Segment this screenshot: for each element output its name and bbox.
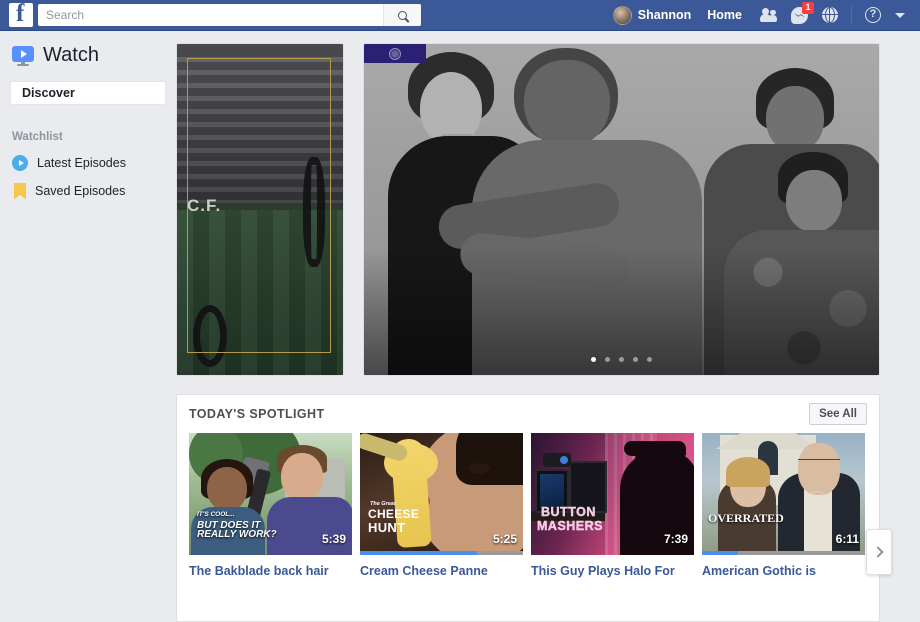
video-thumbnail[interactable]: The Great CHEESE HUNT 5:25 [360, 433, 523, 555]
account-menu-button[interactable] [895, 12, 905, 18]
network-seal-icon [389, 47, 401, 60]
sidebar-item-label: Saved Episodes [35, 184, 126, 198]
nav-right-group: Shannon Home 1 [606, 0, 920, 31]
video-title[interactable]: The Bakblade back hair [189, 564, 352, 579]
messages-badge: 1 [802, 1, 814, 14]
play-circle-icon [12, 155, 28, 171]
messages-button[interactable]: 1 [791, 1, 814, 24]
spotlight-title: TODAY'S SPOTLIGHT [189, 407, 325, 421]
carousel-image [364, 44, 879, 375]
globe-icon [822, 7, 838, 23]
chevron-right-icon [871, 546, 884, 558]
video-card[interactable]: The Great CHEESE HUNT 5:25 Cream Cheese … [360, 433, 523, 579]
sidebar-item-saved-episodes[interactable]: Saved Episodes [0, 177, 176, 205]
video-card[interactable]: OVERRATED 6:11 American Gothic is [702, 433, 865, 579]
video-card[interactable]: BUTTON MASHERS 7:39 This Guy Plays Halo … [531, 433, 694, 579]
main-content: C.F. TODAY'S SPOTLIGHT See All IT'S COOL… [176, 31, 920, 622]
watch-monitor-icon [12, 45, 34, 66]
profile-link[interactable]: Shannon [606, 3, 698, 28]
sidebar-item-discover[interactable]: Discover [10, 81, 166, 105]
sidebar-item-latest-episodes[interactable]: Latest Episodes [0, 149, 176, 177]
sidebar-item-label: Discover [22, 86, 75, 100]
search-icon [398, 10, 407, 20]
top-navigation-bar: Shannon Home 1 [0, 0, 920, 31]
friends-icon [758, 8, 777, 22]
chevron-down-icon [895, 12, 905, 18]
friend-requests-button[interactable] [758, 8, 777, 22]
carousel-network-banner [364, 44, 426, 63]
video-duration: 5:39 [321, 532, 346, 546]
video-thumbnail[interactable]: IT'S COOL... BUT DOES IT REALLY WORK? 5:… [189, 433, 352, 555]
video-duration: 6:11 [835, 532, 859, 546]
thumb-overlay-line1: BUTTON [541, 505, 596, 519]
hero-section: C.F. [176, 31, 920, 376]
hero-side-card[interactable]: C.F. [176, 43, 344, 376]
video-title[interactable]: American Gothic is [702, 564, 865, 579]
spotlight-card-list: IT'S COOL... BUT DOES IT REALLY WORK? 5:… [177, 433, 892, 579]
hero-carousel[interactable] [363, 43, 880, 376]
carousel-dot-5[interactable] [647, 357, 652, 362]
watch-header: Watch [0, 44, 176, 67]
thumb-overlay-small: IT'S COOL... [197, 511, 235, 518]
video-duration: 7:39 [663, 532, 688, 546]
thumb-overlay-line1: CHEESE [368, 507, 420, 521]
video-thumbnail[interactable]: BUTTON MASHERS 7:39 [531, 433, 694, 555]
search-submit-button[interactable] [383, 4, 421, 26]
spotlight-header: TODAY'S SPOTLIGHT See All [177, 395, 879, 433]
video-title[interactable]: This Guy Plays Halo For [531, 564, 694, 579]
video-thumbnail[interactable]: OVERRATED 6:11 [702, 433, 865, 555]
thumb-overlay-line1: OVERRATED [708, 511, 784, 525]
thumb-overlay-line2: REALLY WORK? [197, 529, 277, 540]
spotlight-panel: TODAY'S SPOTLIGHT See All IT'S COOL... B… [176, 394, 892, 622]
nav-divider [851, 6, 852, 24]
video-title[interactable]: Cream Cheese Panne [360, 564, 523, 579]
sidebar-section-watchlist: Watchlist [12, 131, 63, 143]
carousel-dot-1[interactable] [591, 357, 596, 362]
search-input[interactable] [38, 5, 378, 25]
carousel-dot-4[interactable] [633, 357, 638, 362]
watch-progress-bar [702, 551, 865, 555]
sidebar: Watch Discover Watchlist Latest Episodes… [0, 31, 176, 614]
watch-progress-bar [360, 551, 523, 555]
facebook-logo-icon[interactable] [9, 0, 33, 28]
thumb-overlay-line2: HUNT [368, 520, 406, 535]
profile-name: Shannon [637, 8, 692, 22]
carousel-dot-2[interactable] [605, 357, 610, 362]
avatar [612, 5, 632, 25]
bookmark-icon [14, 182, 26, 200]
home-link[interactable]: Home [698, 8, 751, 22]
help-button[interactable] [865, 6, 881, 23]
see-all-button[interactable]: See All [809, 403, 867, 425]
thumb-overlay-line2: MASHERS [537, 519, 604, 533]
carousel-dots [364, 357, 879, 362]
help-icon [865, 6, 881, 23]
carousel-next-button[interactable] [866, 529, 892, 575]
carousel-dot-3[interactable] [619, 357, 624, 362]
search-bar[interactable] [38, 4, 421, 26]
notifications-button[interactable] [822, 7, 838, 23]
video-card[interactable]: IT'S COOL... BUT DOES IT REALLY WORK? 5:… [189, 433, 352, 579]
page-title: Watch [43, 44, 99, 66]
video-duration: 5:25 [492, 532, 517, 546]
sidebar-item-label: Latest Episodes [37, 156, 126, 170]
gold-frame-overlay [187, 58, 331, 353]
